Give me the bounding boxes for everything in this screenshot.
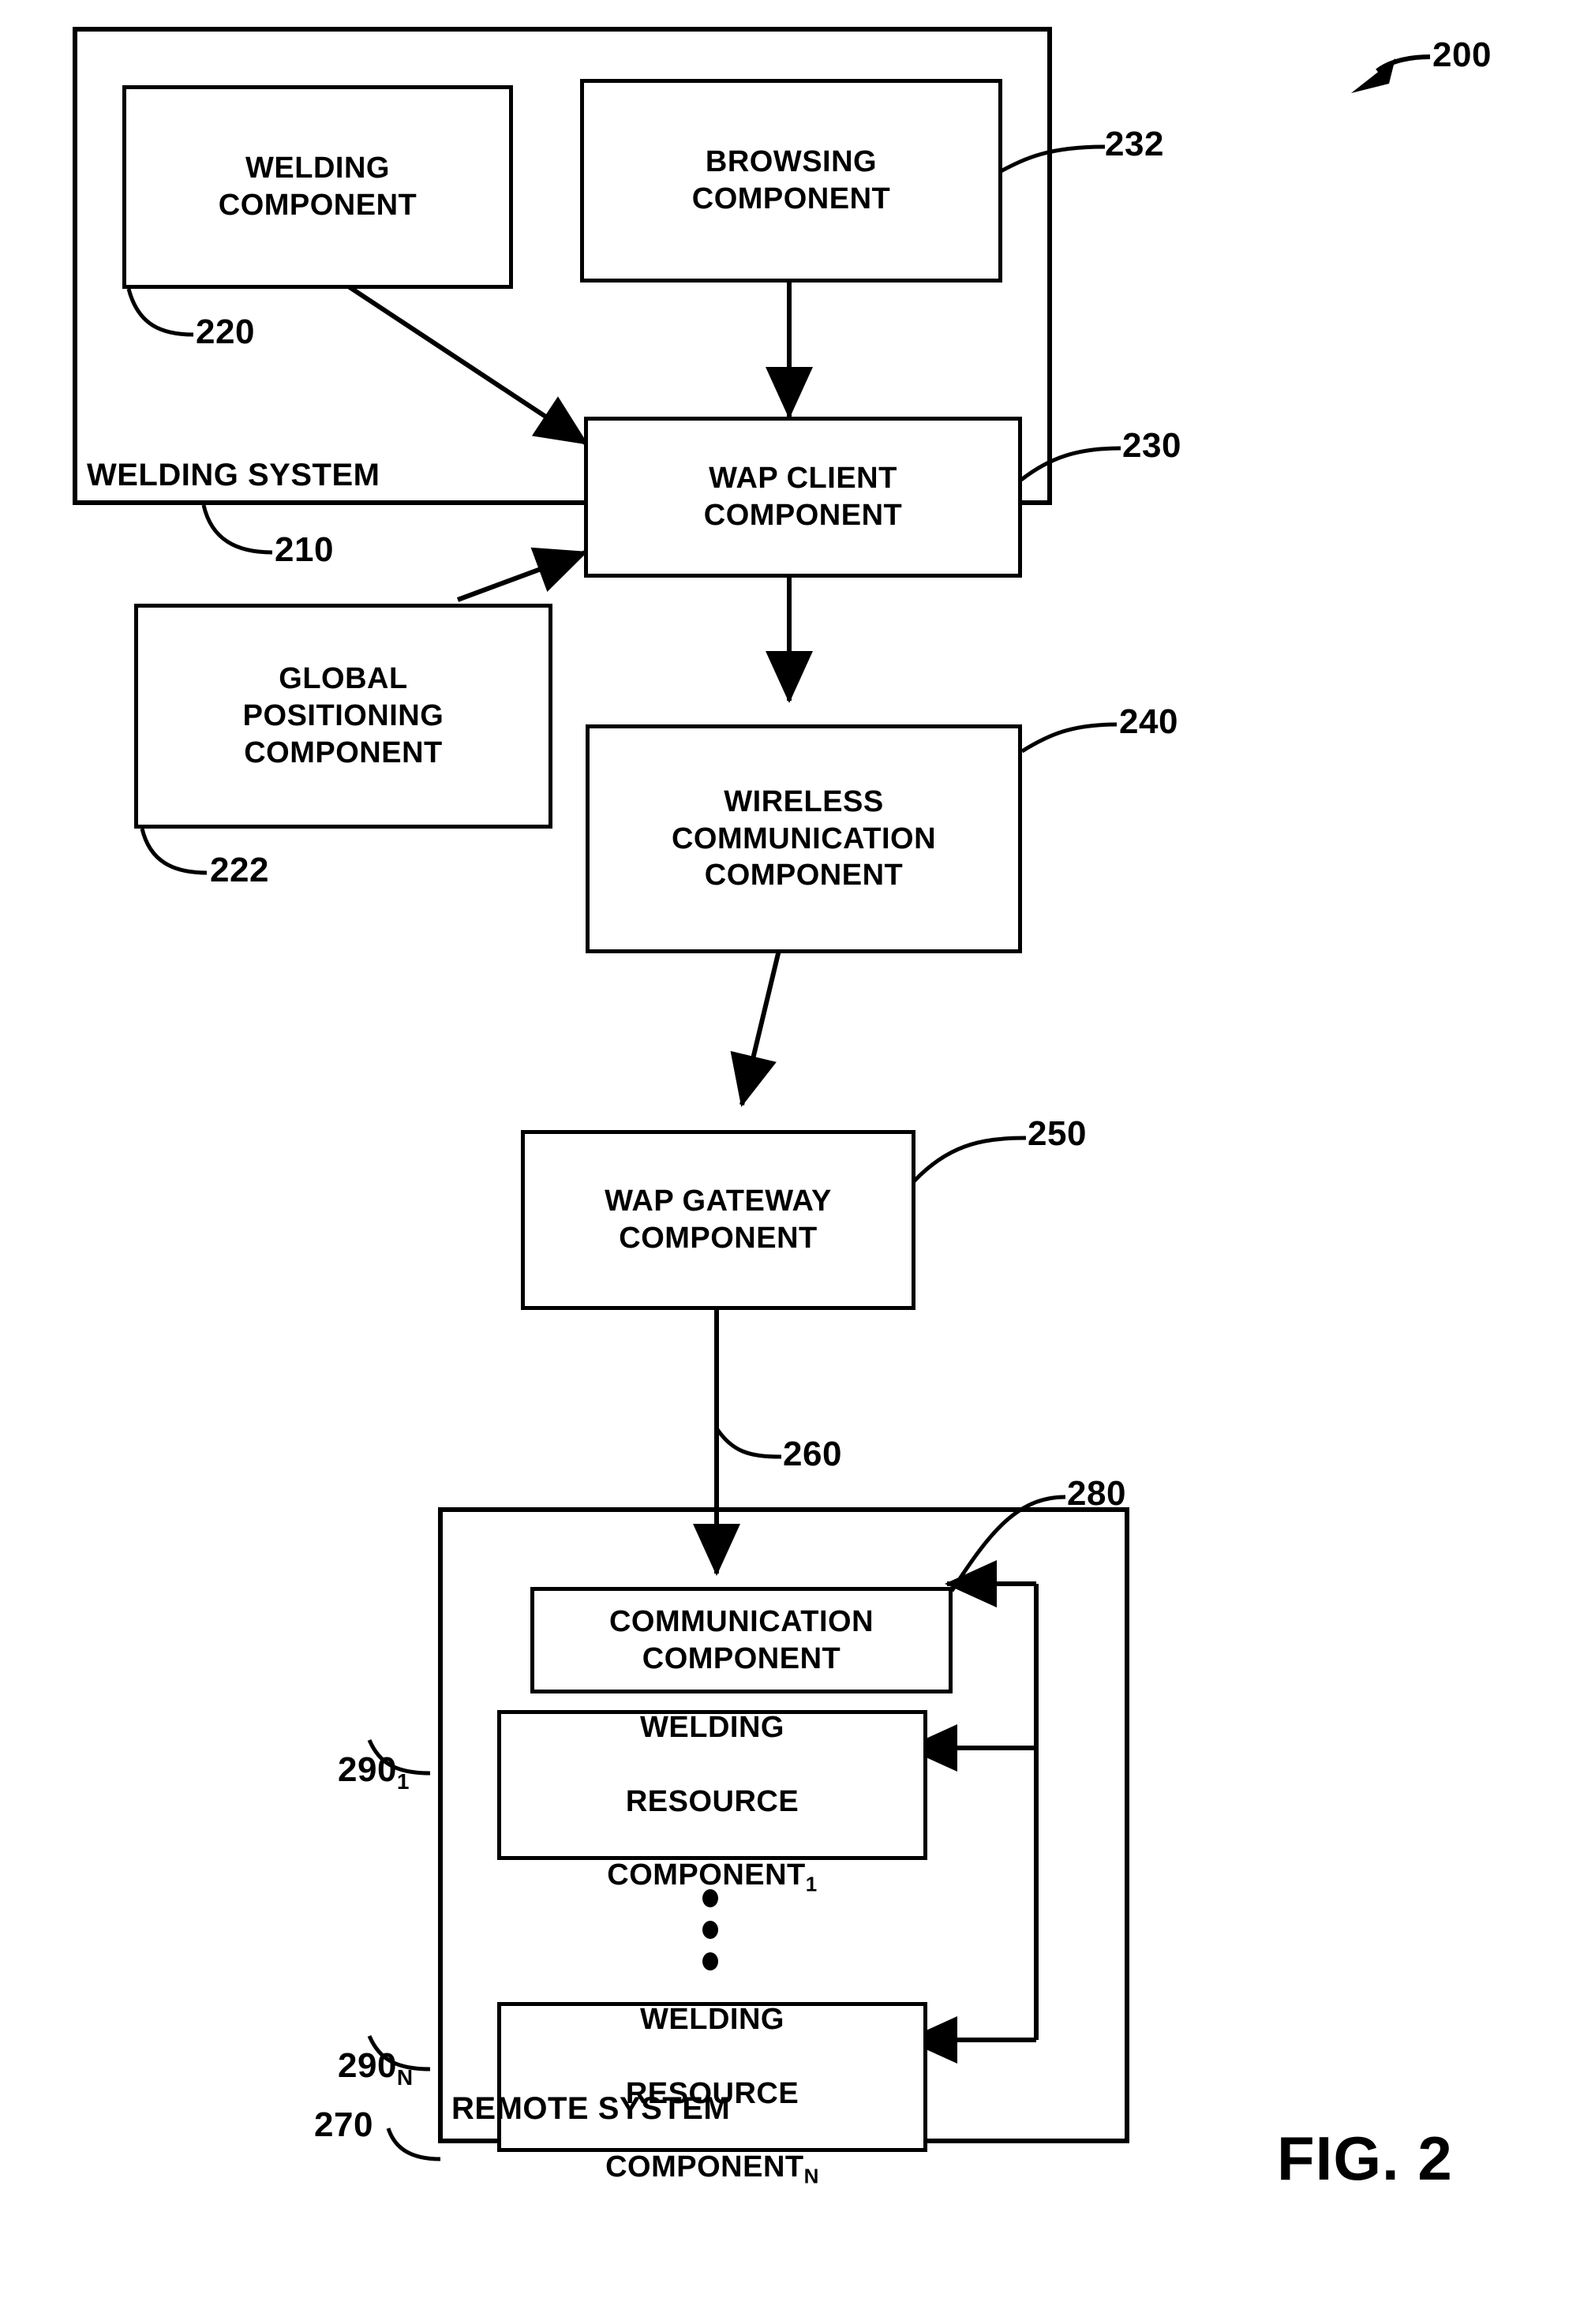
node-label-subscript: N <box>803 2164 819 2188</box>
leader-line-222 <box>140 828 208 875</box>
reference-numeral: 290 <box>338 1750 397 1789</box>
reference-label-290-n: 290N <box>338 2046 414 2090</box>
node-label-subscript: 1 <box>805 1872 818 1896</box>
node-browsing-component[interactable]: BROWSING COMPONENT <box>580 79 1002 283</box>
node-label: WIRELESS COMMUNICATION COMPONENT <box>671 784 937 893</box>
reference-label-260: 260 <box>783 1435 842 1473</box>
node-label-line3: COMPONENT <box>605 2150 804 2184</box>
node-welding-component[interactable]: WELDING COMPONENT <box>122 85 513 289</box>
node-global-positioning-component[interactable]: GLOBAL POSITIONING COMPONENT <box>134 604 552 829</box>
arrow-gps-to-wapclient <box>456 547 588 602</box>
node-wireless-communication-component[interactable]: WIRELESS COMMUNICATION COMPONENT <box>586 724 1022 953</box>
node-label-line2: RESOURCE <box>625 1784 799 1818</box>
reference-label-230: 230 <box>1122 426 1181 465</box>
node-label-line1: WELDING <box>640 2003 784 2037</box>
reference-subscript: 1 <box>396 1768 410 1794</box>
leader-line-220 <box>126 288 194 337</box>
node-label: COMMUNICATION COMPONENT <box>608 1604 874 1675</box>
arrow-welding-to-wapclient <box>292 238 589 446</box>
vertical-ellipsis-icon <box>702 1889 718 1970</box>
reference-numeral: 290 <box>338 2046 397 2085</box>
leader-line-270 <box>386 2128 441 2161</box>
node-label: WAP CLIENT COMPONENT <box>703 462 903 532</box>
reference-label-210: 210 <box>275 530 334 569</box>
remote-system-label: REMOTE SYSTEM <box>451 2091 731 2126</box>
leader-line-280 <box>949 1495 1066 1592</box>
leader-line-210 <box>201 504 273 555</box>
reference-label-200: 200 <box>1432 36 1492 74</box>
leader-line-240 <box>1020 722 1118 754</box>
node-wap-client-component[interactable]: WAP CLIENT COMPONENT <box>584 417 1022 578</box>
node-welding-resource-component-n[interactable]: WELDING RESOURCE COMPONENTN <box>497 2002 927 2188</box>
reference-label-290-1: 2901 <box>338 1750 410 1794</box>
node-label-line1: WELDING <box>640 1711 784 1745</box>
reference-label-232: 232 <box>1105 125 1164 163</box>
leader-line-232 <box>999 144 1106 174</box>
reference-label-240: 240 <box>1119 702 1178 741</box>
reference-subscript: N <box>396 2064 414 2090</box>
welding-system-label: WELDING SYSTEM <box>87 458 380 492</box>
leader-line-260 <box>714 1427 782 1459</box>
reference-label-220: 220 <box>196 312 255 351</box>
node-wap-gateway-component[interactable]: WAP GATEWAY COMPONENT <box>521 1130 915 1310</box>
figure-caption: FIG. 2 <box>1277 2124 1453 2193</box>
reference-label-222: 222 <box>210 851 269 889</box>
leader-line-230 <box>1020 446 1121 481</box>
reference-label-280: 280 <box>1067 1474 1126 1513</box>
node-label-line3: COMPONENT <box>607 1858 806 1892</box>
reference-label-270: 270 <box>314 2105 373 2144</box>
patent-figure-2: WELDING COMPONENT BROWSING COMPONENT WAP… <box>0 0 1580 2324</box>
node-label: BROWSING COMPONENT <box>691 145 891 215</box>
node-label: WAP GATEWAY COMPONENT <box>605 1184 832 1255</box>
node-label: WELDING COMPONENT <box>218 152 417 222</box>
overall-reference-arrow-200 <box>1351 54 1431 93</box>
leader-line-250 <box>912 1136 1027 1183</box>
node-label: GLOBAL POSITIONING COMPONENT <box>242 662 444 769</box>
node-welding-resource-component-1[interactable]: WELDING RESOURCE COMPONENT1 <box>497 1710 927 1896</box>
reference-label-250: 250 <box>1028 1114 1087 1153</box>
